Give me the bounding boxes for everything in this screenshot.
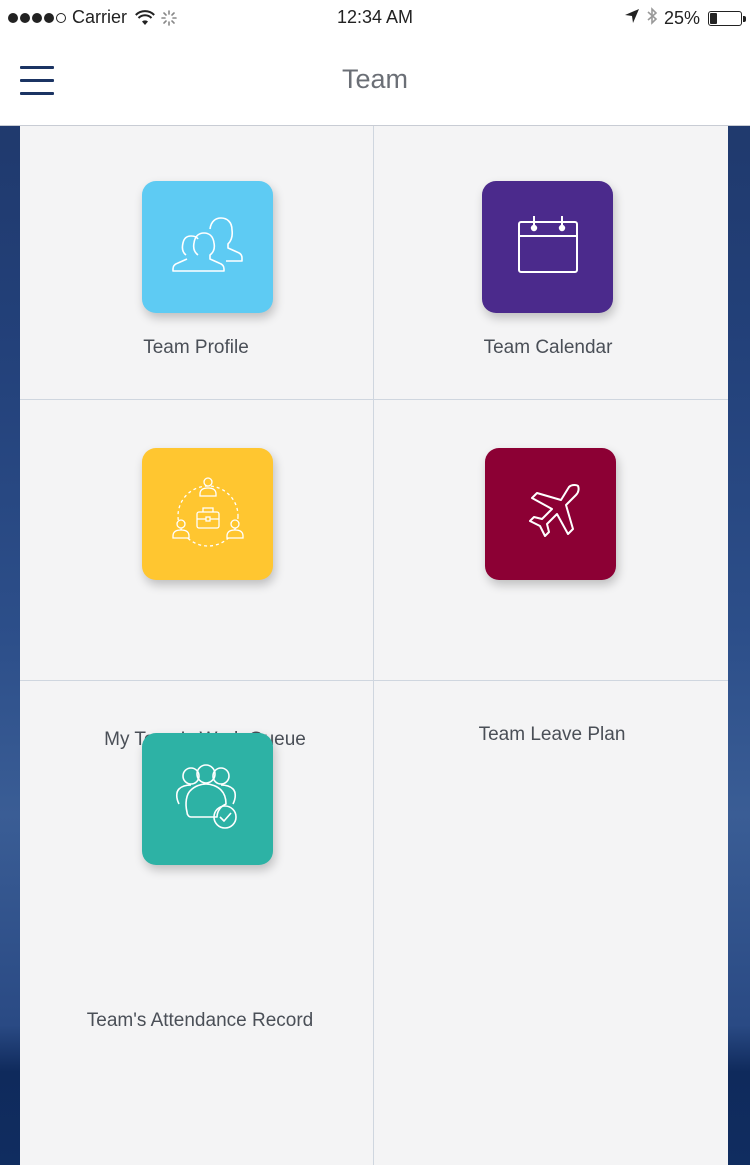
tile-icon-box — [482, 181, 613, 313]
navigation-bar: Team — [0, 40, 750, 126]
bluetooth-icon — [646, 7, 658, 30]
battery-percent: 25% — [663, 8, 700, 28]
team-menu-grid: Team Profile Team Calendar My Queue Team… — [20, 126, 728, 1165]
page-title: Team — [341, 64, 409, 94]
battery-icon — [708, 11, 746, 26]
tile-team-calendar[interactable]: Team Calendar — [374, 126, 728, 399]
tile-label: Team Calendar — [483, 337, 613, 358]
tile-label: Team Profile — [143, 337, 249, 358]
team-profile-icon — [171, 215, 244, 280]
location-arrow-icon — [624, 8, 640, 29]
tile-my-teams-work-queue[interactable]: My Team’s Work Queue — [20, 400, 373, 750]
tile-icon-box — [485, 448, 616, 580]
attendance-icon — [173, 763, 243, 835]
tile-label: Team Leave Plan — [478, 724, 626, 745]
battery-fill — [710, 13, 717, 24]
tile-icon-box — [142, 181, 273, 313]
tile-icon-box — [142, 448, 273, 580]
calendar-icon — [517, 214, 579, 281]
tile-teams-attendance-record[interactable]: Team's Attendance Record — [20, 681, 373, 1031]
tile-team-leave-plan[interactable]: Team Leave Plan — [374, 400, 728, 745]
tile-label: Team's Attendance Record — [86, 1010, 314, 1031]
work-queue-icon — [168, 472, 248, 557]
tile-icon-box — [142, 733, 273, 865]
airplane-icon — [521, 482, 581, 547]
status-right: 25% — [624, 7, 746, 30]
tile-team-profile[interactable]: Team Profile — [20, 126, 373, 399]
status-bar: Carrier 12:34 AM 25% — [0, 0, 750, 40]
